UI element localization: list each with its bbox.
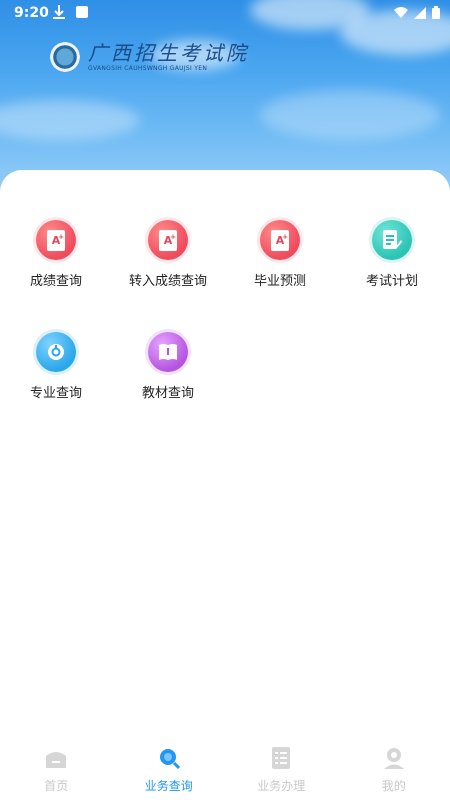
search-icon [159,749,180,770]
graduation-forecast-icon: A + [260,220,300,260]
score-report-icon: A + [36,220,76,260]
app-notification-icon [76,6,88,18]
bottom-tab-bar: 首页 业务查询 业务办理 我的 [0,740,450,800]
tab-profile[interactable]: 我的 [338,740,450,800]
exam-plan-icon [372,220,412,260]
menu-item-exam-plan[interactable]: 考试计划 [336,220,448,289]
tab-label: 业务办理 [257,779,306,793]
menu-item-graduation-forecast[interactable]: A + 毕业预测 [224,220,336,289]
menu-item-label: 教材查询 [141,386,194,401]
tab-business-handling[interactable]: 业务办理 [225,740,338,800]
battery-icon [432,6,440,19]
textbook-query-icon [148,332,188,372]
menu-item-label: 考试计划 [365,274,418,289]
cloud [260,90,440,140]
menu-item-label: 专业查询 [29,386,82,401]
menu-item-transfer-score-query[interactable]: A + 转入成绩查询 [112,220,224,289]
menu-item-label: 转入成绩查询 [128,274,207,289]
tab-label: 业务查询 [144,779,193,793]
menu-item-score-query[interactable]: A + 成绩查询 [0,220,112,289]
wifi-icon [394,7,408,18]
home-icon [46,752,67,768]
profile-icon [383,748,404,769]
status-time: 9:20 [14,5,49,21]
status-bar: 9:20 [0,0,450,28]
menu-item-textbook-query[interactable]: 教材查询 [112,332,224,401]
tab-label: 首页 [44,779,69,793]
tab-business-query[interactable]: 业务查询 [113,740,226,800]
transfer-score-icon: A + [148,220,188,260]
brand-name: 广西招生考试院 [88,41,249,65]
brand-text: 广西招生考试院 GVANGSIH CAUHSWNGH GAUJSI YEN [88,42,249,72]
brand-subtitle: GVANGSIH CAUHSWNGH GAUJSI YEN [88,65,208,72]
cloud [0,100,140,140]
download-icon [53,5,65,19]
major-query-icon [36,332,76,372]
tab-home[interactable]: 首页 [0,740,113,800]
signal-icon [414,6,426,19]
menu-item-label: 成绩查询 [29,274,82,289]
tab-label: 我的 [381,779,406,793]
brand-logo-icon [50,42,80,72]
checklist-icon [272,747,291,769]
status-icons [394,6,440,19]
menu-item-label: 毕业预测 [253,274,306,289]
brand-header: 广西招生考试院 GVANGSIH CAUHSWNGH GAUJSI YEN [50,42,249,72]
menu-item-major-query[interactable]: 专业查询 [0,332,112,401]
menu-card: A + 成绩查询 A + 转入成绩查询 A + 毕业预测 考试计划 专业查询 教… [0,170,450,800]
